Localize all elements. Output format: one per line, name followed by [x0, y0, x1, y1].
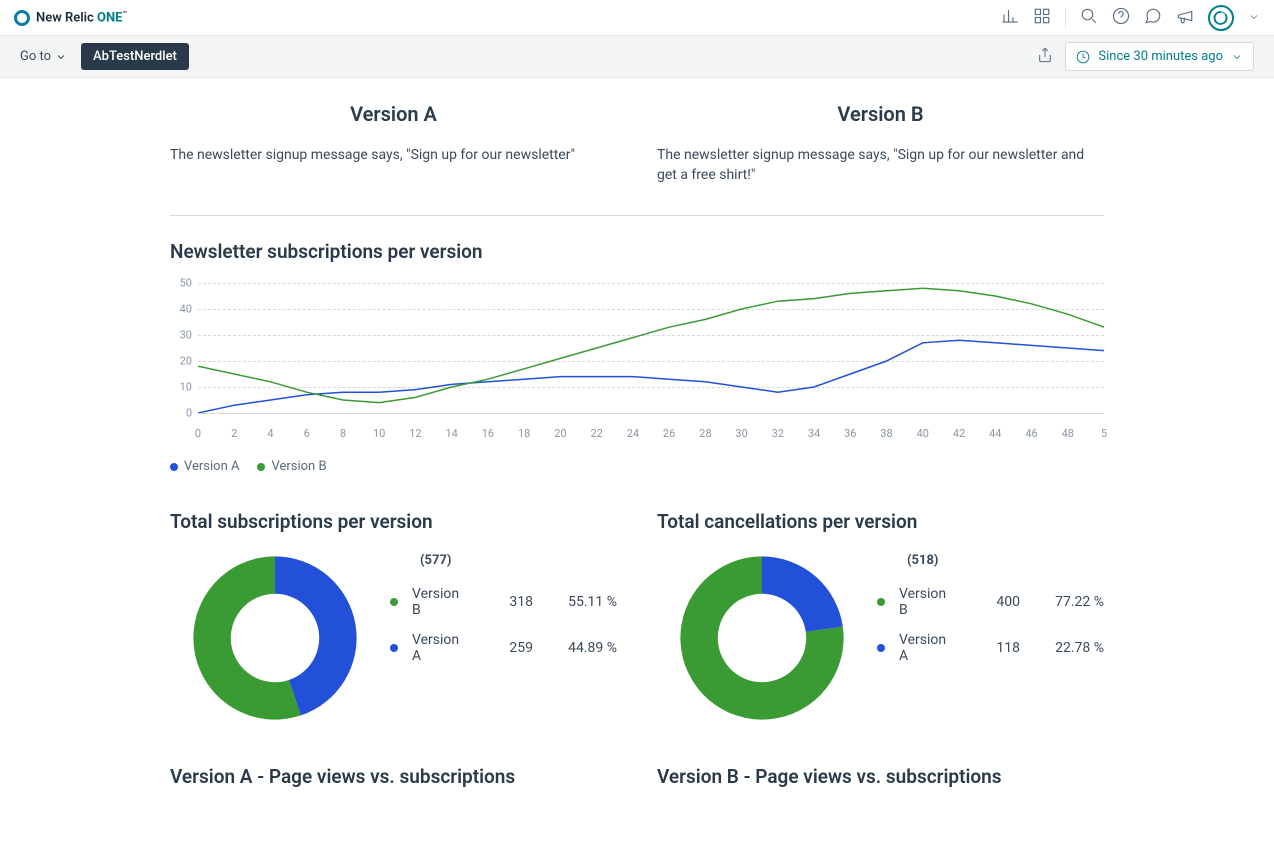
- versions-row: Version A The newsletter signup message …: [170, 102, 1104, 185]
- legend-label: Version A: [899, 632, 956, 664]
- legend-label: Version B: [899, 586, 956, 618]
- legend-dot: [877, 598, 885, 606]
- subbar: Go to AbTestNerdlet Since 30 minutes ago: [0, 36, 1274, 78]
- nerdlet-chip[interactable]: AbTestNerdlet: [81, 43, 189, 70]
- legend-dot: [390, 644, 398, 652]
- donut-legend-row[interactable]: Version B 400 77.22 %: [877, 586, 1104, 618]
- bottom-b-title: Version B - Page views vs. subscriptions: [657, 765, 1104, 788]
- legend-value: 400: [970, 594, 1020, 610]
- version-a-title: Version A: [170, 102, 617, 126]
- legend-version-a[interactable]: Version A: [170, 459, 239, 474]
- line-chart-title: Newsletter subscriptions per version: [170, 240, 1104, 263]
- legend-label: Version B: [412, 586, 469, 618]
- legend-pct: 22.78 %: [1034, 640, 1104, 656]
- brand-logo-icon: [14, 10, 30, 26]
- version-a-col: Version A The newsletter signup message …: [170, 102, 617, 185]
- legend-value: 118: [970, 640, 1020, 656]
- divider: [1065, 8, 1066, 28]
- help-icon[interactable]: [1112, 7, 1130, 29]
- donut-legend-row[interactable]: Version A 259 44.89 %: [390, 632, 617, 664]
- bottom-a-title: Version A - Page views vs. subscriptions: [170, 765, 617, 788]
- donut-legend-row[interactable]: Version A 118 22.78 %: [877, 632, 1104, 664]
- content: Version A The newsletter signup message …: [0, 78, 1274, 848]
- brand-text: New Relic ONE™: [36, 10, 127, 25]
- separator: [170, 215, 1104, 216]
- donut2-total: (518): [907, 553, 1104, 568]
- donuts-row: Total subscriptions per version (577) Ve…: [170, 510, 1104, 723]
- chevron-down-icon[interactable]: [1248, 8, 1260, 27]
- donut2-chart: [677, 553, 847, 723]
- goto-dropdown[interactable]: Go to: [20, 49, 67, 64]
- donut-legend-row[interactable]: Version B 318 55.11 %: [390, 586, 617, 618]
- plot-area: [198, 283, 1104, 413]
- legend-pct: 77.22 %: [1034, 594, 1104, 610]
- share-icon[interactable]: [1037, 47, 1053, 67]
- legend-value: 259: [483, 640, 533, 656]
- donut1-title: Total subscriptions per version: [170, 510, 617, 533]
- legend-version-b[interactable]: Version B: [257, 459, 326, 474]
- line-chart-legend: Version A Version B: [170, 459, 1104, 474]
- donut-cancellations: Total cancellations per version (518) Ve…: [657, 510, 1104, 723]
- legend-dot-green: [257, 463, 265, 471]
- legend-value: 318: [483, 594, 533, 610]
- feedback-icon[interactable]: [1144, 7, 1162, 29]
- donut2-title: Total cancellations per version: [657, 510, 1104, 533]
- donut1-chart: [190, 553, 360, 723]
- y-axis: 01020304050: [170, 283, 198, 413]
- bottom-titles: Version A - Page views vs. subscriptions…: [170, 765, 1104, 808]
- announce-icon[interactable]: [1176, 7, 1194, 29]
- x-axis: 0246810121416182022242628303234363840424…: [198, 423, 1104, 443]
- donut-subscriptions: Total subscriptions per version (577) Ve…: [170, 510, 617, 723]
- time-picker[interactable]: Since 30 minutes ago: [1065, 42, 1254, 71]
- donut1-rows: Version B 318 55.11 % Version A 259 44.8…: [390, 586, 617, 664]
- version-b-col: Version B The newsletter signup message …: [657, 102, 1104, 185]
- topbar: New Relic ONE™: [0, 0, 1274, 36]
- legend-pct: 44.89 %: [547, 640, 617, 656]
- version-b-desc: The newsletter signup message says, "Sig…: [657, 146, 1104, 185]
- search-icon[interactable]: [1080, 7, 1098, 29]
- avatar-button[interactable]: [1208, 5, 1234, 31]
- donut1-total: (577): [420, 553, 617, 568]
- topbar-icons: [1001, 5, 1260, 31]
- legend-dot: [877, 644, 885, 652]
- legend-label: Version A: [412, 632, 469, 664]
- legend-dot: [390, 598, 398, 606]
- brand-logo-wrap[interactable]: New Relic ONE™: [14, 10, 127, 26]
- donut2-rows: Version B 400 77.22 % Version A 118 22.7…: [877, 586, 1104, 664]
- line-chart: 01020304050 0246810121416182022242628303…: [170, 283, 1104, 443]
- legend-dot-blue: [170, 463, 178, 471]
- legend-pct: 55.11 %: [547, 594, 617, 610]
- version-b-title: Version B: [657, 102, 1104, 126]
- chart-icon[interactable]: [1001, 7, 1019, 29]
- apps-icon[interactable]: [1033, 7, 1051, 29]
- version-a-desc: The newsletter signup message says, "Sig…: [170, 146, 617, 166]
